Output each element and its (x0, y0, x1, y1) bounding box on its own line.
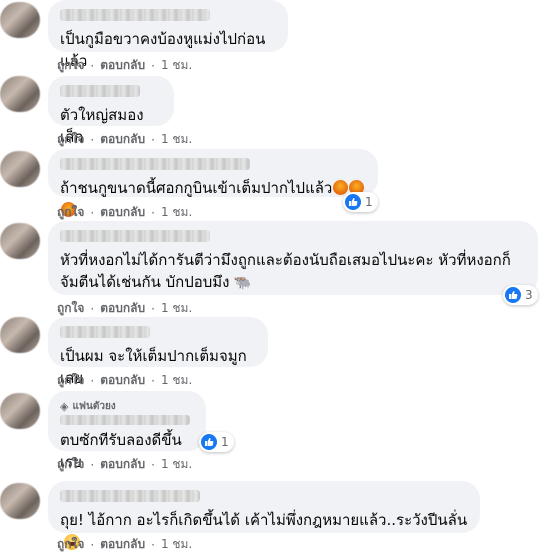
comment-bubble: ถุย! ไอ้กาก อะไรก็เกิดขึ้นได้ เค้าไม่พึ่… (48, 481, 480, 550)
comment-actions: ถูกใจ · ตอบกลับ · 1 ชม. (57, 299, 192, 318)
comment-bubble: ถ้าชนกูขนาดนี้ศอกกูบินเข้าเต็มปากไปแล้ว (48, 149, 378, 217)
separator-dot: · (151, 457, 155, 472)
comment-bubble: เป็นผม จะให้เต็มปากเต็มจมูกเลย (48, 317, 268, 387)
like-button[interactable]: ถูกใจ (57, 371, 84, 390)
author-name-blurred[interactable] (60, 9, 210, 21)
reply-button[interactable]: ตอบกลับ (100, 371, 145, 390)
comment-bubble: เป็นกูมือขวาคงบ้องหูแม่งไปก่อนแล้ว (48, 0, 288, 70)
separator-dot: · (151, 132, 155, 147)
timestamp[interactable]: 1 ชม. (161, 535, 192, 554)
avatar[interactable] (0, 76, 40, 112)
like-button[interactable]: ถูกใจ (57, 130, 84, 149)
avatar[interactable] (0, 151, 40, 187)
separator-dot: · (90, 132, 95, 147)
comment-text: หัวที่หงอกไม่ได้การันตีว่ามึงถูกและต้องน… (60, 249, 526, 294)
author-name-blurred[interactable] (60, 415, 190, 425)
like-reaction-icon (201, 434, 217, 450)
like-reaction-icon (505, 287, 521, 303)
comment-body: ถุย! ไอ้กาก อะไรก็เกิดขึ้นได้ เค้าไม่พึ่… (60, 511, 468, 529)
avatar[interactable] (0, 317, 40, 353)
like-button[interactable]: ถูกใจ (57, 203, 84, 222)
reply-button[interactable]: ตอบกลับ (100, 455, 145, 474)
like-reaction-icon (345, 194, 361, 210)
comment-actions: ถูกใจ · ตอบกลับ · 1 ชม. (57, 203, 192, 222)
comment-body: ถ้าชนกูขนาดนี้ศอกกูบินเข้าเต็มปากไปแล้ว (60, 179, 333, 197)
author-name-blurred[interactable] (60, 490, 200, 502)
timestamp[interactable]: 1 ชม. (161, 299, 192, 318)
bull-icon: 🐃 (233, 275, 251, 291)
timestamp[interactable]: 1 ชม. (161, 130, 192, 149)
comment-bubble: หัวที่หงอกไม่ได้การันตีว่ามึงถูกและต้องน… (48, 221, 538, 295)
comment-actions: ถูกใจ · ตอบกลับ · 1 ชม. (57, 455, 192, 474)
separator-dot: · (151, 301, 155, 316)
reply-button[interactable]: ตอบกลับ (100, 56, 145, 75)
separator-dot: · (90, 457, 95, 472)
author-name-blurred[interactable] (60, 85, 140, 97)
badge-label: แฟนตัวยง (72, 400, 116, 412)
reaction-count[interactable]: 1 (199, 432, 234, 452)
reply-button[interactable]: ตอบกลับ (100, 203, 145, 222)
timestamp[interactable]: 1 ชม. (161, 455, 192, 474)
separator-dot: · (90, 301, 95, 316)
comment-actions: ถูกใจ · ตอบกลับ · 1 ชม. (57, 130, 192, 149)
avatar[interactable] (0, 223, 40, 259)
angry-face-icon (333, 180, 349, 195)
like-button[interactable]: ถูกใจ (57, 535, 84, 554)
avatar[interactable] (0, 483, 40, 519)
like-button[interactable]: ถูกใจ (57, 299, 84, 318)
separator-dot: · (90, 373, 95, 388)
timestamp[interactable]: 1 ชม. (161, 56, 192, 75)
separator-dot: · (90, 58, 95, 73)
separator-dot: · (90, 205, 95, 220)
comment-bubble: ◈ แฟนตัวยง ตบซักทีรับลองดีขึ้นเรย (48, 391, 206, 471)
like-count: 1 (365, 195, 373, 209)
reply-button[interactable]: ตอบกลับ (100, 299, 145, 318)
comment-body: หัวที่หงอกไม่ได้การันตีว่ามึงถูกและต้องน… (60, 251, 511, 291)
author-name-blurred[interactable] (60, 326, 150, 338)
top-fan-badge: ◈ แฟนตัวยง (60, 399, 194, 413)
avatar[interactable] (0, 393, 40, 429)
separator-dot: · (151, 205, 155, 220)
comment-actions: ถูกใจ · ตอบกลับ · 1 ชม. (57, 535, 192, 554)
like-count: 1 (221, 435, 229, 449)
comment-actions: ถูกใจ · ตอบกลับ · 1 ชม. (57, 56, 192, 75)
comment-actions: ถูกใจ · ตอบกลับ · 1 ชม. (57, 371, 192, 390)
avatar[interactable] (0, 2, 40, 38)
timestamp[interactable]: 1 ชม. (161, 203, 192, 222)
separator-dot: · (90, 537, 95, 552)
like-button[interactable]: ถูกใจ (57, 56, 84, 75)
diamond-icon: ◈ (60, 399, 69, 413)
separator-dot: · (151, 373, 155, 388)
separator-dot: · (151, 537, 155, 552)
reply-button[interactable]: ตอบกลับ (100, 130, 145, 149)
reply-button[interactable]: ตอบกลับ (100, 535, 145, 554)
author-name-blurred[interactable] (60, 230, 210, 242)
like-button[interactable]: ถูกใจ (57, 455, 84, 474)
reaction-count[interactable]: 1 (343, 192, 378, 212)
separator-dot: · (151, 58, 155, 73)
timestamp[interactable]: 1 ชม. (161, 371, 192, 390)
author-name-blurred[interactable] (60, 158, 250, 170)
comment-bubble: ตัวใหญ่สมองเล็ก (48, 76, 174, 146)
like-count: 3 (525, 288, 533, 302)
reaction-count[interactable]: 3 (503, 285, 538, 305)
